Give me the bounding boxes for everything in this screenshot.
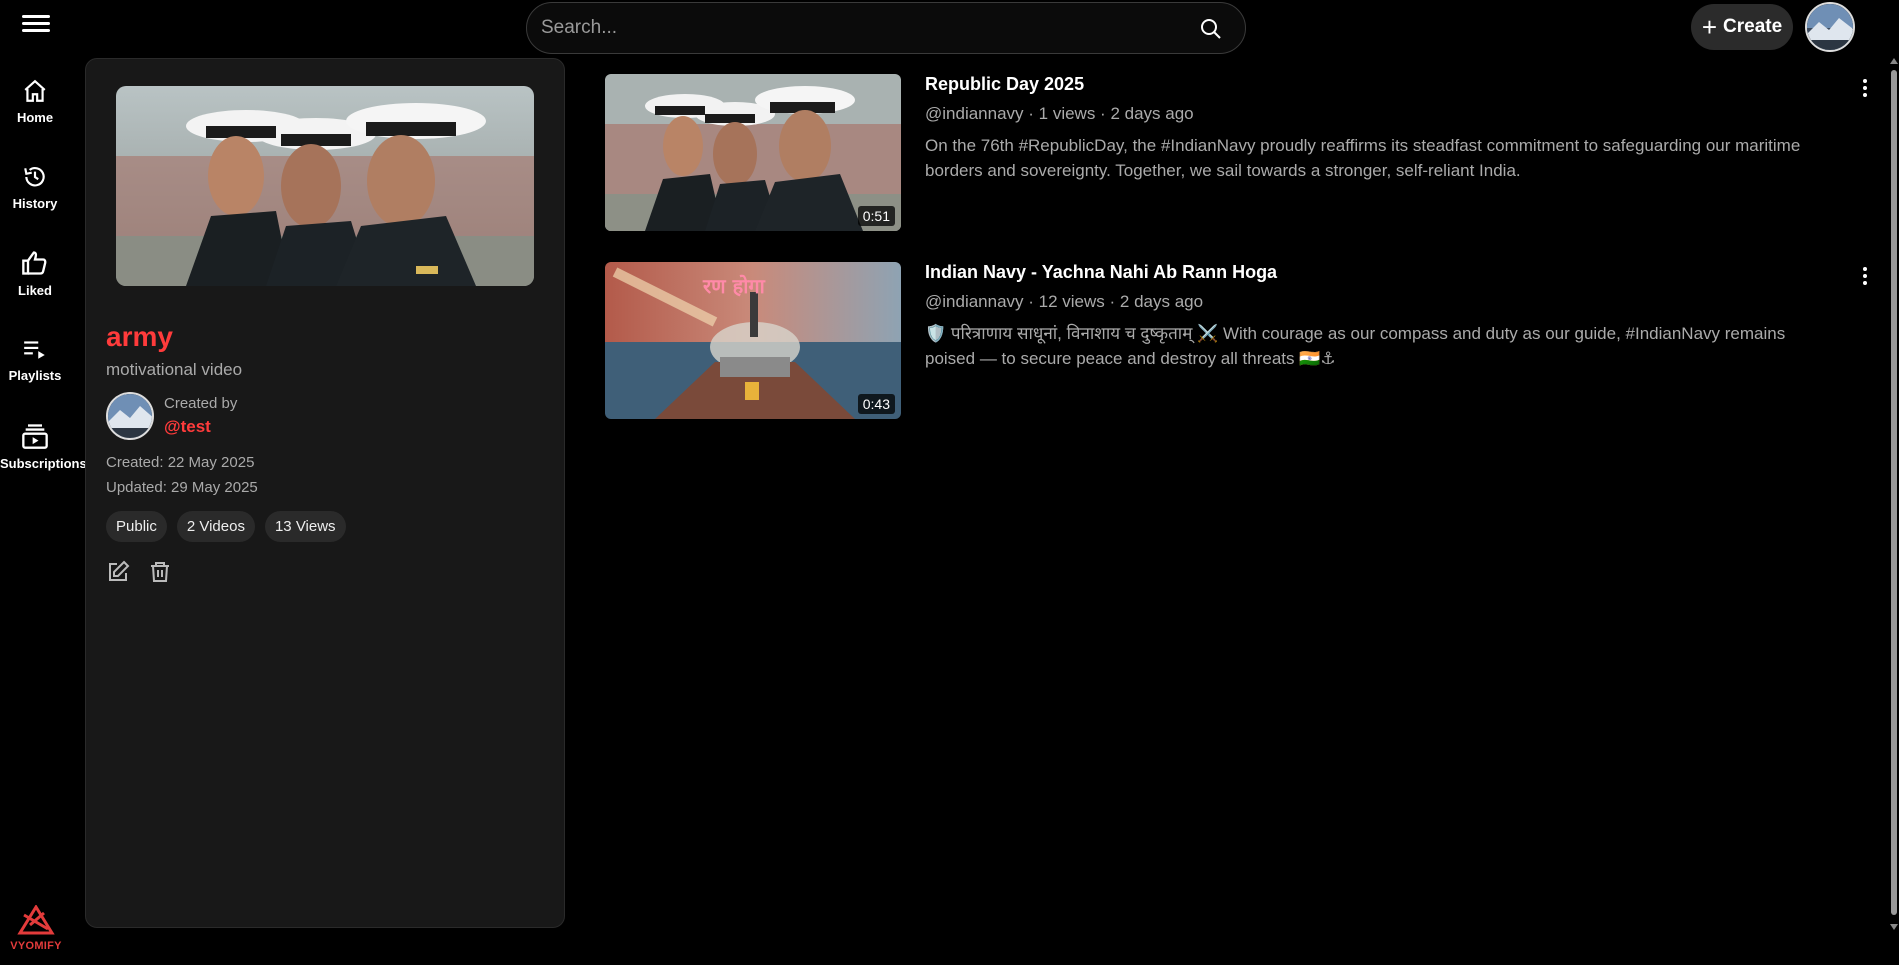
video-description: 🛡️ परित्राणाय साधूनां, विनाशाय च दुष्कृत… — [925, 324, 1786, 368]
scroll-up-icon[interactable] — [1890, 58, 1898, 64]
search-bar — [526, 2, 1246, 54]
creator-handle-link[interactable]: @test — [164, 417, 211, 437]
sidebar-item-playlists[interactable]: Playlists — [0, 336, 70, 383]
sidebar-item-label: Home — [16, 110, 54, 125]
more-options-icon[interactable] — [1855, 78, 1875, 98]
video-title[interactable]: Indian Navy - Yachna Nahi Ab Rann Hoga — [925, 262, 1277, 283]
edit-icon[interactable] — [106, 560, 130, 584]
brand-logo[interactable]: VYOMIFY — [6, 904, 66, 952]
menu-icon[interactable] — [22, 12, 50, 38]
playlist-description: motivational video — [106, 360, 243, 379]
video-meta: @indiannavy · 1 views · 2 days ago — [925, 104, 1194, 123]
video-title[interactable]: Republic Day 2025 — [925, 74, 1084, 95]
video-thumbnail[interactable]: 0:51 — [605, 74, 901, 231]
history-icon — [24, 167, 45, 187]
video-description: On the 76th #RepublicDay, the #IndianNav… — [925, 136, 1801, 180]
home-icon — [24, 79, 46, 102]
more-options-icon[interactable] — [1855, 266, 1875, 286]
sidebar-item-subscriptions[interactable]: Subscriptions — [0, 422, 87, 471]
creator-avatar[interactable] — [106, 392, 154, 440]
playlist-panel: army motivational video Created by @test… — [85, 58, 565, 928]
view-count-badge: 13 Views — [264, 511, 346, 542]
thumbs-up-icon — [22, 251, 47, 275]
playlist-cover-image[interactable] — [116, 86, 534, 286]
video-meta: @indiannavy · 12 views · 2 days ago — [925, 292, 1204, 311]
playlist-icon — [24, 341, 45, 359]
scrollbar-thumb[interactable] — [1891, 70, 1897, 915]
top-bar: + Create — [0, 0, 1899, 58]
delete-icon[interactable] — [148, 560, 172, 584]
sidebar-item-liked[interactable]: Liked — [0, 249, 70, 298]
search-input[interactable] — [541, 3, 1181, 53]
sidebar-item-label: History — [12, 196, 58, 211]
plus-icon: + — [1701, 12, 1718, 42]
sidebar-item-history[interactable]: History — [0, 164, 70, 211]
video-thumbnail[interactable]: 0:43 रण होगा — [605, 262, 901, 419]
create-button[interactable]: + Create — [1691, 4, 1793, 50]
search-icon[interactable] — [1199, 17, 1223, 41]
sidebar-item-label: Playlists — [8, 368, 62, 383]
video-count-badge: 2 Videos — [176, 511, 255, 542]
user-avatar[interactable] — [1805, 2, 1855, 52]
scrollbar[interactable] — [1889, 58, 1899, 936]
subscriptions-icon — [22, 424, 48, 449]
created-date: Created: 22 May 2025 — [106, 454, 255, 471]
created-by-label: Created by — [164, 395, 238, 412]
visibility-badge: Public — [106, 511, 167, 542]
video-duration: 0:51 — [857, 206, 895, 226]
video-duration: 0:43 — [857, 394, 895, 414]
playlist-stats: Public 2 Videos 13 Views — [106, 511, 346, 542]
playlist-title: army — [106, 321, 173, 352]
updated-date: Updated: 29 May 2025 — [106, 479, 258, 496]
create-button-label: Create — [1723, 16, 1783, 37]
vyomify-logo-icon — [17, 904, 55, 935]
sidebar-item-home[interactable]: Home — [0, 78, 70, 125]
thumbnail-overlay-text: रण होगा — [703, 274, 765, 298]
scroll-down-icon[interactable] — [1890, 924, 1898, 930]
sidebar-item-label: Subscriptions — [0, 456, 87, 471]
brand-name: VYOMIFY — [10, 940, 62, 952]
sidebar-item-label: Liked — [18, 283, 52, 298]
